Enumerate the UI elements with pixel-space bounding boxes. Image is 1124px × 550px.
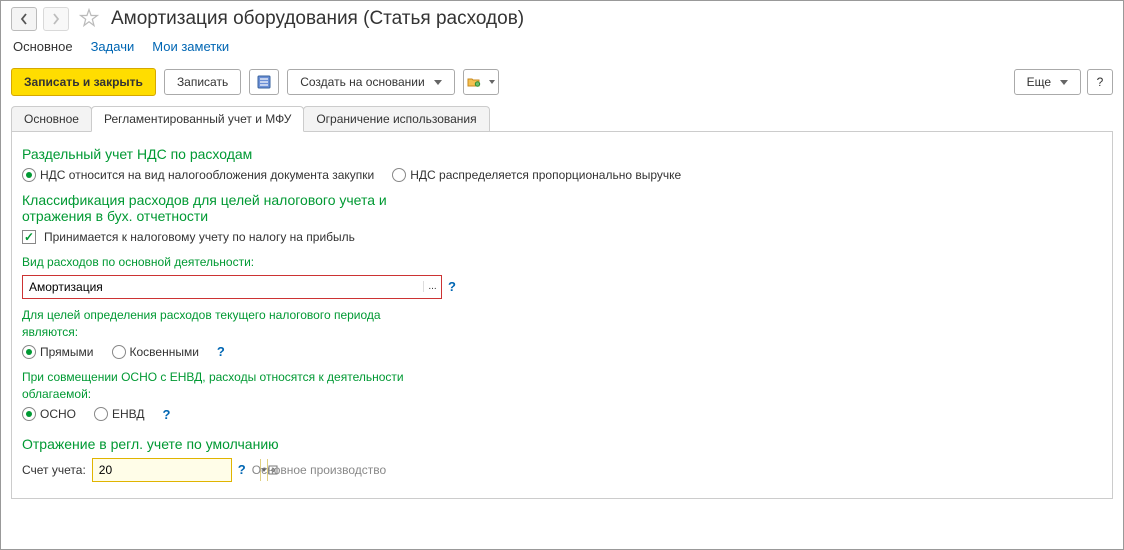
- combine-radio-osno-label: ОСНО: [40, 407, 76, 421]
- period-radio-direct[interactable]: [22, 345, 36, 359]
- account-label: Счет учета:: [22, 463, 86, 477]
- tab-restrictions[interactable]: Ограничение использования: [303, 106, 489, 131]
- list-icon: [257, 75, 271, 89]
- vat-radio-revenue[interactable]: [392, 168, 406, 182]
- ellipsis-button[interactable]: ...: [423, 281, 441, 292]
- vat-radio-group: НДС относится на вид налогообложения док…: [22, 168, 1102, 182]
- period-radio-indirect-label: Косвенными: [130, 345, 199, 359]
- attach-button[interactable]: [463, 69, 499, 95]
- period-radio-group: Прямыми Косвенными ?: [22, 344, 1102, 359]
- account-hint: Основное производство: [252, 463, 386, 477]
- period-label: Для целей определения расходов текущего …: [22, 307, 422, 341]
- more-button[interactable]: Еще: [1014, 69, 1081, 95]
- main-activity-input[interactable]: [23, 276, 423, 298]
- tab-bar: Основное Регламентированный учет и МФУ О…: [11, 106, 1113, 132]
- save-close-button[interactable]: Записать и закрыть: [11, 68, 156, 96]
- regl-heading: Отражение в регл. учете по умолчанию: [22, 436, 1102, 452]
- arrow-right-icon: [52, 13, 60, 25]
- vat-heading: Раздельный учет НДС по расходам: [22, 146, 1102, 162]
- chevron-down-icon: [1060, 80, 1068, 85]
- main-activity-combo: ...: [22, 275, 442, 299]
- period-radio-direct-label: Прямыми: [40, 345, 94, 359]
- folder-icon: [467, 75, 481, 89]
- tax-checkbox-label: Принимается к налоговому учету по налогу…: [44, 230, 355, 244]
- chevron-down-icon: [434, 80, 442, 85]
- combine-radio-envd-label: ЕНВД: [112, 407, 145, 421]
- chevron-down-icon: [489, 80, 495, 84]
- subnav-tasks[interactable]: Задачи: [91, 39, 135, 54]
- window: Амортизация оборудования (Статья расходо…: [0, 0, 1124, 550]
- create-based-label: Создать на основании: [300, 75, 425, 89]
- subnav-main[interactable]: Основное: [13, 39, 73, 54]
- vat-radio-revenue-label: НДС распределяется пропорционально выруч…: [410, 168, 681, 182]
- main-activity-label: Вид расходов по основной деятельности:: [22, 254, 422, 271]
- vat-radio-doc[interactable]: [22, 168, 36, 182]
- subnav-notes[interactable]: Мои заметки: [152, 39, 229, 54]
- subnav: Основное Задачи Мои заметки: [13, 39, 1113, 54]
- toolbar: Записать и закрыть Записать Создать на о…: [11, 68, 1113, 96]
- arrow-left-icon: [20, 13, 28, 25]
- account-row: Счет учета: ? Основное производство: [22, 458, 1102, 482]
- account-input[interactable]: [93, 459, 260, 481]
- back-button[interactable]: [11, 7, 37, 31]
- account-combo: [92, 458, 232, 482]
- star-icon[interactable]: [79, 8, 99, 31]
- tab-regulated[interactable]: Регламентированный учет и МФУ: [91, 106, 304, 132]
- combine-radio-osno[interactable]: [22, 407, 36, 421]
- forward-button[interactable]: [43, 7, 69, 31]
- vat-radio-doc-label: НДС относится на вид налогообложения док…: [40, 168, 374, 182]
- help-icon[interactable]: ?: [163, 407, 171, 422]
- more-label: Еще: [1027, 75, 1051, 89]
- class-heading: Классификация расходов для целей налогов…: [22, 192, 452, 224]
- help-icon[interactable]: ?: [238, 462, 246, 477]
- list-icon-button[interactable]: [249, 69, 279, 95]
- combine-radio-group: ОСНО ЕНВД ?: [22, 407, 1102, 422]
- titlebar: Амортизация оборудования (Статья расходо…: [11, 7, 1113, 31]
- period-radio-indirect[interactable]: [112, 345, 126, 359]
- help-icon[interactable]: ?: [217, 344, 225, 359]
- tax-checkbox[interactable]: [22, 230, 36, 244]
- main-activity-row: ... ?: [22, 275, 1102, 299]
- help-button[interactable]: ?: [1087, 69, 1113, 95]
- tab-panel: Раздельный учет НДС по расходам НДС отно…: [11, 132, 1113, 499]
- help-icon[interactable]: ?: [448, 279, 456, 294]
- tax-check-row: Принимается к налоговому учету по налогу…: [22, 230, 1102, 244]
- save-button[interactable]: Записать: [164, 69, 241, 95]
- combine-radio-envd[interactable]: [94, 407, 108, 421]
- combine-label: При совмещении ОСНО с ЕНВД, расходы отно…: [22, 369, 422, 403]
- tab-main[interactable]: Основное: [11, 106, 92, 131]
- page-title: Амортизация оборудования (Статья расходо…: [111, 8, 524, 30]
- create-based-button[interactable]: Создать на основании: [287, 69, 455, 95]
